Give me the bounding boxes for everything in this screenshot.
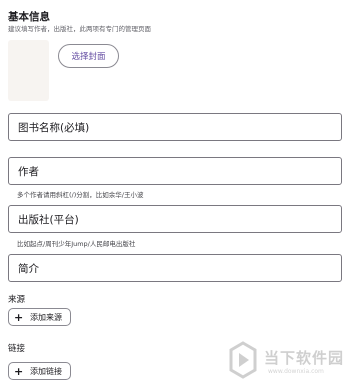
book-name-field[interactable]: 图书名称(必填) — [8, 113, 342, 141]
add-source-label: 添加来源 — [30, 312, 62, 322]
section-subtitle: 建议填写作者，出版社，此两项有专门的管理页面 — [8, 25, 151, 33]
watermark-logo-icon — [229, 341, 257, 379]
select-cover-button[interactable]: 选择封面 — [58, 44, 119, 68]
book-name-placeholder: 图书名称(必填) — [18, 121, 90, 134]
author-field[interactable]: 作者 — [8, 157, 342, 185]
watermark: 当下软件园 www.downxia.com — [228, 341, 346, 381]
watermark-url: www.downxia.com — [268, 368, 324, 375]
publisher-placeholder: 出版社(平台) — [18, 213, 79, 226]
author-placeholder: 作者 — [18, 165, 39, 178]
summary-field[interactable]: 简介 — [8, 254, 342, 282]
author-hint: 多个作者请用斜杠(/)分割，比如余华/王小波 — [17, 191, 144, 199]
cover-image-placeholder[interactable] — [8, 40, 49, 101]
add-link-button[interactable]: + 添加链接 — [8, 362, 71, 380]
publisher-field[interactable]: 出版社(平台) — [8, 205, 342, 233]
plus-icon: + — [14, 310, 24, 324]
source-label: 来源 — [8, 295, 26, 305]
watermark-text: 当下软件园 — [264, 349, 345, 367]
section-title: 基本信息 — [8, 11, 50, 23]
add-link-label: 添加链接 — [30, 366, 62, 376]
summary-placeholder: 简介 — [18, 262, 39, 275]
add-source-button[interactable]: + 添加来源 — [8, 308, 71, 326]
publisher-hint: 比如起点/周刊少年Jump/人民邮电出版社 — [17, 240, 136, 248]
plus-icon: + — [14, 364, 24, 378]
link-label: 链接 — [8, 344, 26, 354]
